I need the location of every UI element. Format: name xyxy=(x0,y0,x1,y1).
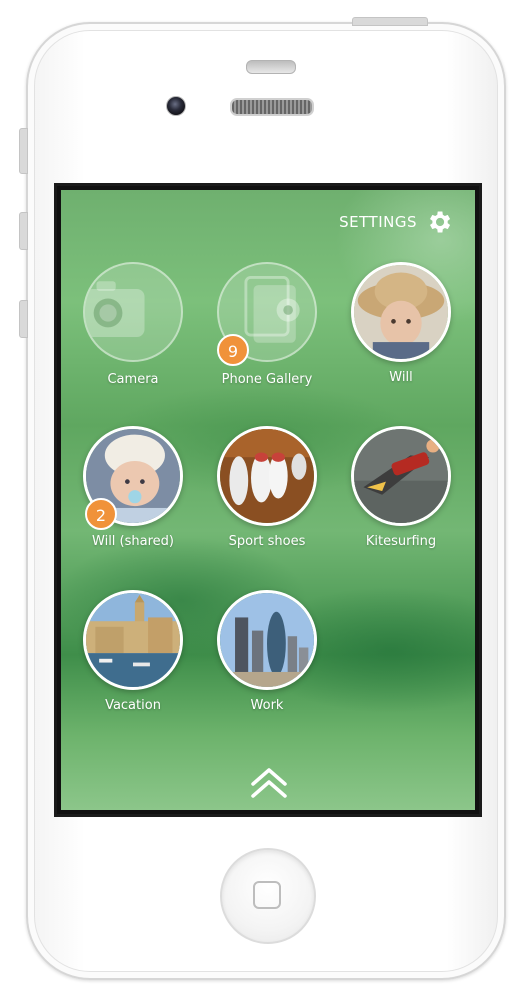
album-camera[interactable]: Camera xyxy=(81,262,185,387)
album-will-shared[interactable]: 2 Will (shared) xyxy=(81,426,185,549)
city-photo xyxy=(220,593,314,687)
mute-switch xyxy=(19,128,28,174)
phone-screen: SETTINGS Camera 9 Phone Gallery Will 2 W… xyxy=(54,183,482,817)
album-label: Sport shoes xyxy=(228,534,306,549)
album-circle xyxy=(83,262,183,362)
vacation-photo xyxy=(86,593,180,687)
settings-button[interactable]: SETTINGS xyxy=(339,208,453,236)
volume-up-button xyxy=(19,212,28,250)
album-vacation[interactable]: Vacation xyxy=(81,590,185,713)
album-label: Work xyxy=(250,698,284,713)
notification-badge: 2 xyxy=(85,498,117,530)
album-phone-gallery[interactable]: 9 Phone Gallery xyxy=(215,262,319,387)
home-square-icon xyxy=(253,881,281,909)
album-kitesurfing[interactable]: Kitesurfing xyxy=(349,426,453,549)
notification-badge: 9 xyxy=(217,334,249,366)
app-background: SETTINGS Camera 9 Phone Gallery Will 2 W… xyxy=(61,190,475,810)
album-label: Phone Gallery xyxy=(221,372,313,387)
album-label: Will (shared) xyxy=(92,534,174,549)
album-label: Will xyxy=(389,370,413,385)
album-work[interactable]: Work xyxy=(215,590,319,713)
camera-icon xyxy=(85,281,145,337)
album-label: Vacation xyxy=(105,698,161,713)
sensor xyxy=(246,60,296,74)
album-photo xyxy=(351,426,451,526)
double-chevron-up-icon[interactable] xyxy=(249,764,289,802)
album-label: Kitesurfing xyxy=(365,534,437,549)
album-label: Camera xyxy=(107,372,159,387)
gear-icon xyxy=(430,211,451,233)
baby-hat-photo xyxy=(354,265,448,359)
volume-down-button xyxy=(19,300,28,338)
home-button[interactable] xyxy=(220,848,316,944)
album-will[interactable]: Will xyxy=(349,262,453,385)
kitesurfing-photo xyxy=(354,429,448,523)
front-camera xyxy=(166,96,186,116)
settings-label: SETTINGS xyxy=(339,213,417,231)
album-photo xyxy=(217,590,317,690)
earpiece-speaker xyxy=(230,98,314,116)
album-photo xyxy=(351,262,451,362)
power-button xyxy=(352,17,428,26)
shoes-photo xyxy=(220,429,314,523)
album-photo xyxy=(217,426,317,526)
album-photo xyxy=(83,590,183,690)
album-sport-shoes[interactable]: Sport shoes xyxy=(215,426,319,549)
